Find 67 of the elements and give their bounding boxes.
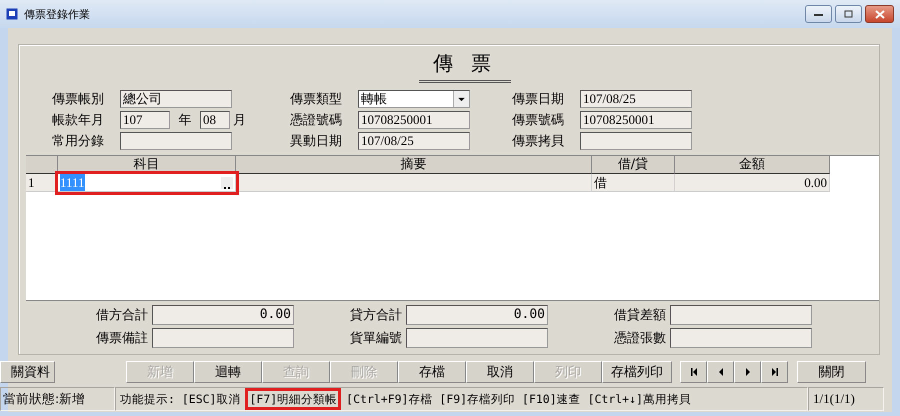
record-counter: 1/1(1/1): [808, 387, 884, 411]
type-dropdown[interactable]: 轉帳: [358, 90, 470, 108]
first-record-button[interactable]: [680, 361, 707, 383]
input-field[interactable]: 總公司: [120, 90, 232, 108]
table-cell: 借: [592, 174, 675, 192]
input-field[interactable]: 0.00: [406, 304, 548, 324]
input-field[interactable]: [152, 328, 294, 348]
maximize-button[interactable]: [835, 5, 862, 23]
related-data-button[interactable]: 關資料: [0, 361, 55, 383]
input-field[interactable]: [580, 132, 692, 150]
field-label: 傳票號碼: [512, 112, 565, 129]
maximize-icon[interactable]: [844, 10, 853, 18]
function-hint: 功能提示: [ESC]取消: [120, 391, 240, 408]
field-label: 異動日期: [290, 133, 343, 150]
field-label: 傳票備註: [95, 330, 149, 346]
field-label: 傳票類型: [290, 91, 343, 108]
input-field[interactable]: 0.00: [152, 304, 294, 324]
field-label: 帳款年月: [52, 112, 105, 129]
input-field[interactable]: 107/08/25: [580, 90, 692, 108]
toolbar-button[interactable]: 存檔: [398, 361, 466, 383]
input-field[interactable]: 10708250001: [580, 111, 692, 129]
column-header: 金額: [675, 156, 830, 174]
unit-label: 月: [233, 112, 246, 129]
last-record-button[interactable]: [761, 361, 788, 383]
form-heading: 傳 票: [418, 50, 512, 83]
close-form-button[interactable]: 關閉: [797, 361, 866, 383]
input-field[interactable]: [406, 328, 548, 348]
input-field[interactable]: [120, 132, 232, 150]
column-header: 摘要: [236, 156, 592, 174]
field-label: 借貸差額: [613, 306, 667, 324]
field-label: 憑證張數: [613, 330, 667, 346]
function-hint: [Ctrl+F9]存檔 [F9]存檔列印 [F10]速查 [Ctrl+↓]萬用拷貝: [346, 391, 691, 408]
toolbar-button[interactable]: 迴轉: [194, 361, 262, 383]
prev-record-button[interactable]: [707, 361, 734, 383]
input-field[interactable]: [670, 304, 812, 324]
highlighted-hint: [F7]明細分類帳: [245, 388, 342, 410]
input-field[interactable]: 107/08/25: [358, 132, 470, 150]
field-label: 借方合計: [95, 306, 149, 324]
field-label: 貨單編號: [349, 330, 403, 346]
field-label: 傳票日期: [512, 91, 565, 108]
field-label: 貸方合計: [349, 306, 403, 324]
close-button[interactable]: [865, 5, 894, 23]
unit-label: 年: [178, 112, 192, 129]
field-label: 憑證號碼: [290, 112, 343, 129]
first-icon[interactable]: [688, 367, 698, 377]
next-record-button[interactable]: [734, 361, 761, 383]
last-icon[interactable]: [770, 367, 780, 377]
window-title: 傳票登錄作業: [24, 6, 90, 22]
app-icon: [6, 8, 18, 20]
field-label: 傳票帳別: [52, 91, 105, 108]
ellipsis-icon[interactable]: [224, 186, 230, 188]
input-field[interactable]: [670, 328, 812, 348]
column-header: 借/貸: [592, 156, 675, 174]
minimize-button[interactable]: [805, 5, 832, 23]
close-icon[interactable]: [874, 10, 884, 18]
year-field[interactable]: 107: [120, 111, 170, 129]
toolbar-button[interactable]: 取消: [466, 361, 534, 383]
lookup-button[interactable]: [221, 176, 233, 188]
input-field[interactable]: 10708250001: [358, 111, 470, 129]
minimize-icon[interactable]: [814, 12, 823, 16]
field-label: 傳票拷貝: [512, 133, 565, 150]
month-field[interactable]: 08: [200, 111, 230, 129]
row-number: 1: [26, 174, 58, 192]
toolbar-button[interactable]: 存檔列印: [602, 361, 672, 383]
field-label: 常用分錄: [52, 133, 105, 150]
table-cell: 0.00: [675, 174, 830, 192]
status-state: 當前狀態:新增: [0, 387, 115, 411]
